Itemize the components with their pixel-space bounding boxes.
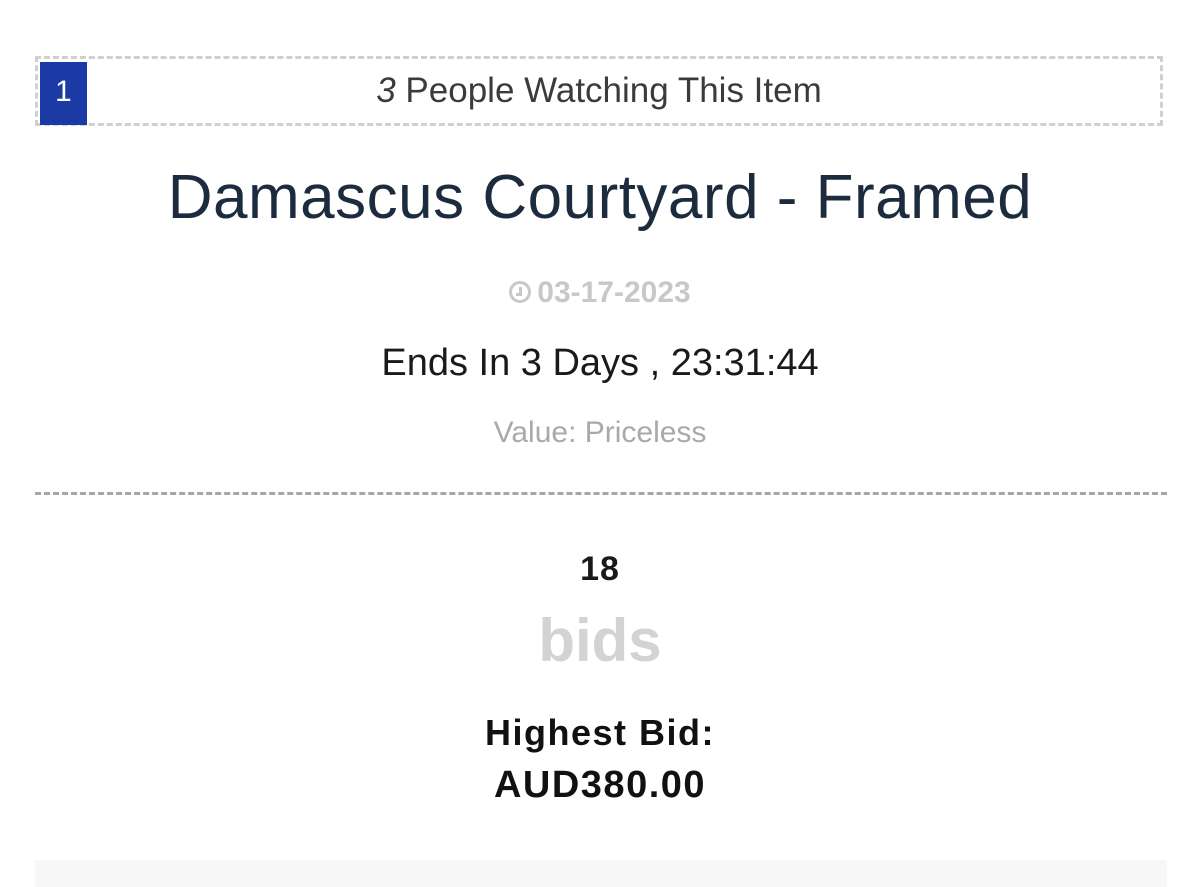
item-title: Damascus Courtyard - Framed xyxy=(167,163,1033,232)
watchers-banner: 1 3 People Watching This Item xyxy=(35,56,1163,126)
watchers-count: 3 xyxy=(376,71,396,110)
highest-bid-amount: AUD380.00 xyxy=(493,764,707,806)
item-value: Value: Priceless xyxy=(493,416,707,449)
bids-label: bids xyxy=(538,607,662,674)
ends-in-countdown: Ends In 3 Days , 23:31:44 xyxy=(381,342,819,384)
item-date-row: 03-17-2023 xyxy=(0,276,1200,310)
bid-panel xyxy=(35,860,1167,887)
section-divider xyxy=(35,492,1167,495)
watchers-label: People Watching This Item xyxy=(395,71,822,110)
highest-bid-label: Highest Bid: xyxy=(485,712,715,753)
auction-item-page: 1 3 People Watching This Item Damascus C… xyxy=(0,0,1200,887)
clock-icon xyxy=(509,281,532,303)
watchers-text: 3 People Watching This Item xyxy=(38,71,1160,111)
bid-count: 18 xyxy=(580,550,620,588)
item-date: 03-17-2023 xyxy=(537,276,691,309)
